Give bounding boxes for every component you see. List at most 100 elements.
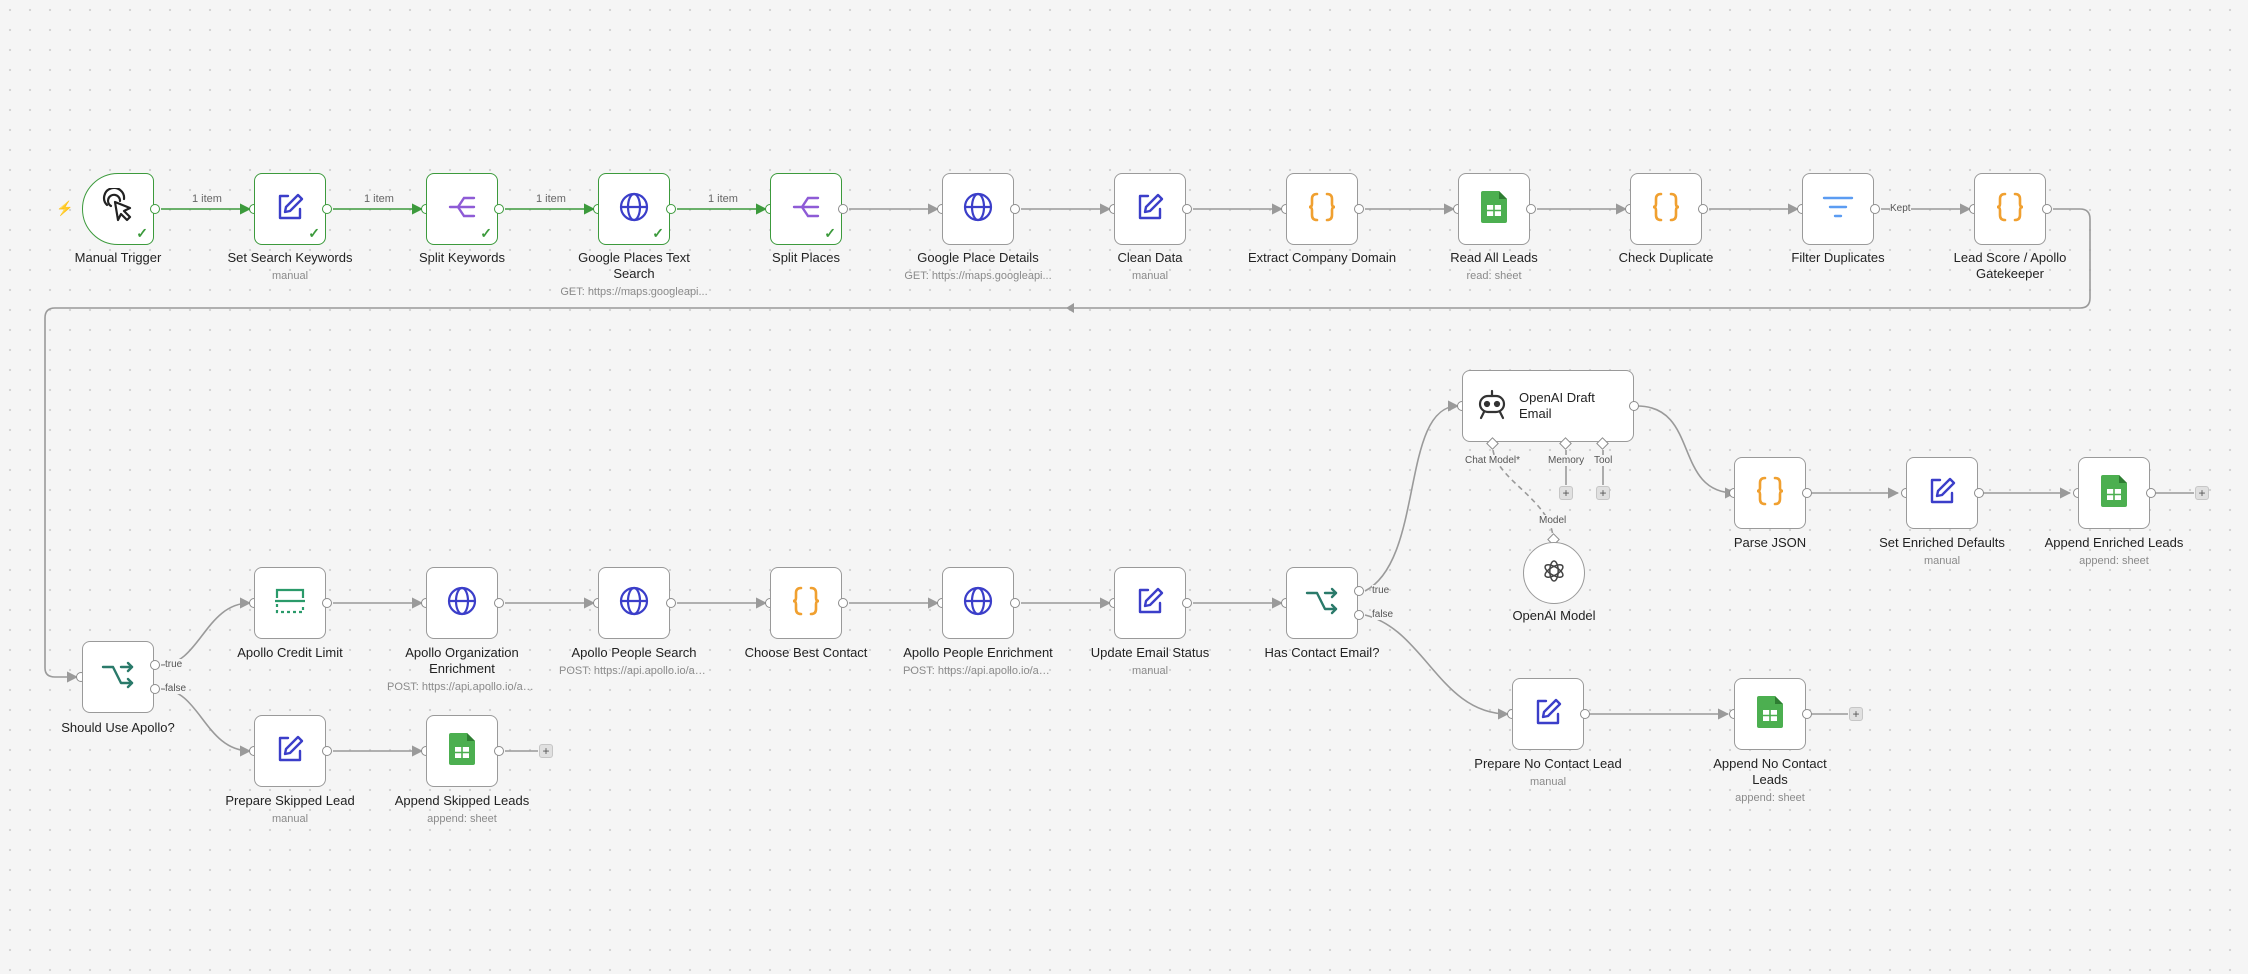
node-label: Has Contact Email? <box>1264 645 1380 660</box>
output-handle[interactable] <box>2042 204 2052 214</box>
edge-label-item-count: 1 item <box>534 193 568 205</box>
node-label: Prepare Skipped Lead manual <box>225 793 355 825</box>
add-node-button[interactable]: + <box>2195 486 2209 500</box>
google-sheets-icon <box>1481 190 1507 228</box>
node-check-duplicate[interactable] <box>1630 173 1702 245</box>
pencil-edit-icon <box>274 191 306 228</box>
output-handle[interactable] <box>838 204 848 214</box>
code-braces-icon <box>1993 190 2027 229</box>
output-handle[interactable] <box>1629 401 1639 411</box>
split-out-icon <box>446 191 478 228</box>
node-apollo-credit-limit[interactable] <box>254 567 326 639</box>
node-should-use-apollo[interactable] <box>82 641 154 713</box>
node-google-place-details[interactable] <box>942 173 1014 245</box>
edge-label-item-count: 1 item <box>362 193 396 205</box>
node-label: Append No Contact Leads append: sheet <box>1713 756 1827 804</box>
code-braces-icon <box>1649 190 1683 229</box>
globe-icon <box>618 191 650 228</box>
output-handle-false[interactable] <box>150 684 160 694</box>
node-filter-duplicates[interactable] <box>1802 173 1874 245</box>
node-set-enriched-defaults[interactable] <box>1906 457 1978 529</box>
output-handle[interactable] <box>838 598 848 608</box>
node-label: Should Use Apollo? <box>61 720 175 735</box>
node-read-all-leads[interactable] <box>1458 173 1530 245</box>
node-prepare-no-contact-lead[interactable] <box>1512 678 1584 750</box>
output-handle[interactable] <box>666 204 676 214</box>
output-handle[interactable] <box>494 598 504 608</box>
output-handle[interactable] <box>322 204 332 214</box>
add-node-button[interactable]: + <box>539 744 553 758</box>
node-append-enriched-leads[interactable] <box>2078 457 2150 529</box>
node-label: OpenAI Model <box>1512 608 1596 623</box>
node-label: Lead Score / Apollo Gatekeeper <box>1953 250 2067 281</box>
output-handle[interactable] <box>322 598 332 608</box>
add-tool-button[interactable]: + <box>1596 486 1610 500</box>
output-handle[interactable] <box>2146 488 2156 498</box>
pencil-edit-icon <box>1134 191 1166 228</box>
node-label: Apollo Credit Limit <box>237 645 343 660</box>
filter-icon <box>1821 192 1855 227</box>
port-label-memory: Memory <box>1548 455 1585 466</box>
node-choose-best-contact[interactable] <box>770 567 842 639</box>
output-handle[interactable] <box>494 204 504 214</box>
output-handle[interactable] <box>1354 204 1364 214</box>
success-check-icon: ✓ <box>824 225 836 241</box>
node-parse-json[interactable] <box>1734 457 1806 529</box>
output-handle[interactable] <box>666 598 676 608</box>
node-lead-score-apollo-gatekeeper[interactable] <box>1974 173 2046 245</box>
edge-label-item-count: 1 item <box>706 193 740 205</box>
output-handle[interactable] <box>1802 488 1812 498</box>
success-check-icon: ✓ <box>136 225 148 241</box>
node-google-places-text-search[interactable]: ✓ <box>598 173 670 245</box>
output-handle[interactable] <box>150 204 160 214</box>
pencil-edit-icon <box>274 733 306 770</box>
output-handle[interactable] <box>494 746 504 756</box>
output-handle[interactable] <box>1802 709 1812 719</box>
output-handle[interactable] <box>1580 709 1590 719</box>
node-extract-company-domain[interactable] <box>1286 173 1358 245</box>
node-label: Filter Duplicates <box>1791 250 1885 265</box>
output-handle[interactable] <box>1526 204 1536 214</box>
add-node-button[interactable]: + <box>1849 707 1863 721</box>
node-split-keywords[interactable]: ✓ <box>426 173 498 245</box>
node-apollo-organization-enrichment[interactable] <box>426 567 498 639</box>
output-handle[interactable] <box>1974 488 1984 498</box>
node-append-no-contact-leads[interactable] <box>1734 678 1806 750</box>
node-label: Split Places <box>772 250 840 265</box>
node-has-contact-email[interactable] <box>1286 567 1358 639</box>
node-apollo-people-enrichment[interactable] <box>942 567 1014 639</box>
limit-icon <box>273 586 307 621</box>
node-prepare-skipped-lead[interactable] <box>254 715 326 787</box>
node-label: Manual Trigger <box>74 250 162 265</box>
output-handle-false[interactable] <box>1354 610 1364 620</box>
node-set-search-keywords[interactable]: ✓ <box>254 173 326 245</box>
node-apollo-people-search[interactable] <box>598 567 670 639</box>
node-label: Set Search Keywords manual <box>227 250 353 282</box>
output-handle[interactable] <box>1010 204 1020 214</box>
branch-label-false: false <box>165 683 187 694</box>
node-label: Google Places Text Search GET: https://ma… <box>560 250 708 298</box>
node-openai-draft-email[interactable]: OpenAI Draft Email <box>1462 370 1634 442</box>
node-append-skipped-leads[interactable] <box>426 715 498 787</box>
output-handle-true[interactable] <box>150 660 160 670</box>
node-label: Append Enriched Leads append: sheet <box>2044 535 2184 567</box>
output-handle[interactable] <box>1698 204 1708 214</box>
google-sheets-icon <box>2101 474 2127 512</box>
port-label-model: Model <box>1539 515 1567 526</box>
node-update-email-status[interactable] <box>1114 567 1186 639</box>
output-handle[interactable] <box>1182 204 1192 214</box>
openai-logo-icon <box>1541 558 1567 589</box>
node-split-places[interactable]: ✓ <box>770 173 842 245</box>
port-label-chat-model: Chat Model* <box>1465 455 1521 466</box>
output-handle[interactable] <box>322 746 332 756</box>
node-manual-trigger[interactable]: ✓ <box>82 173 154 245</box>
node-openai-model[interactable] <box>1523 542 1585 604</box>
output-handle[interactable] <box>1182 598 1192 608</box>
output-handle-true[interactable] <box>1354 586 1364 596</box>
output-handle[interactable] <box>1870 204 1880 214</box>
add-memory-button[interactable]: + <box>1559 486 1573 500</box>
output-handle[interactable] <box>1010 598 1020 608</box>
node-label: Update Email Status manual <box>1090 645 1210 677</box>
node-clean-data[interactable] <box>1114 173 1186 245</box>
split-out-icon <box>790 191 822 228</box>
